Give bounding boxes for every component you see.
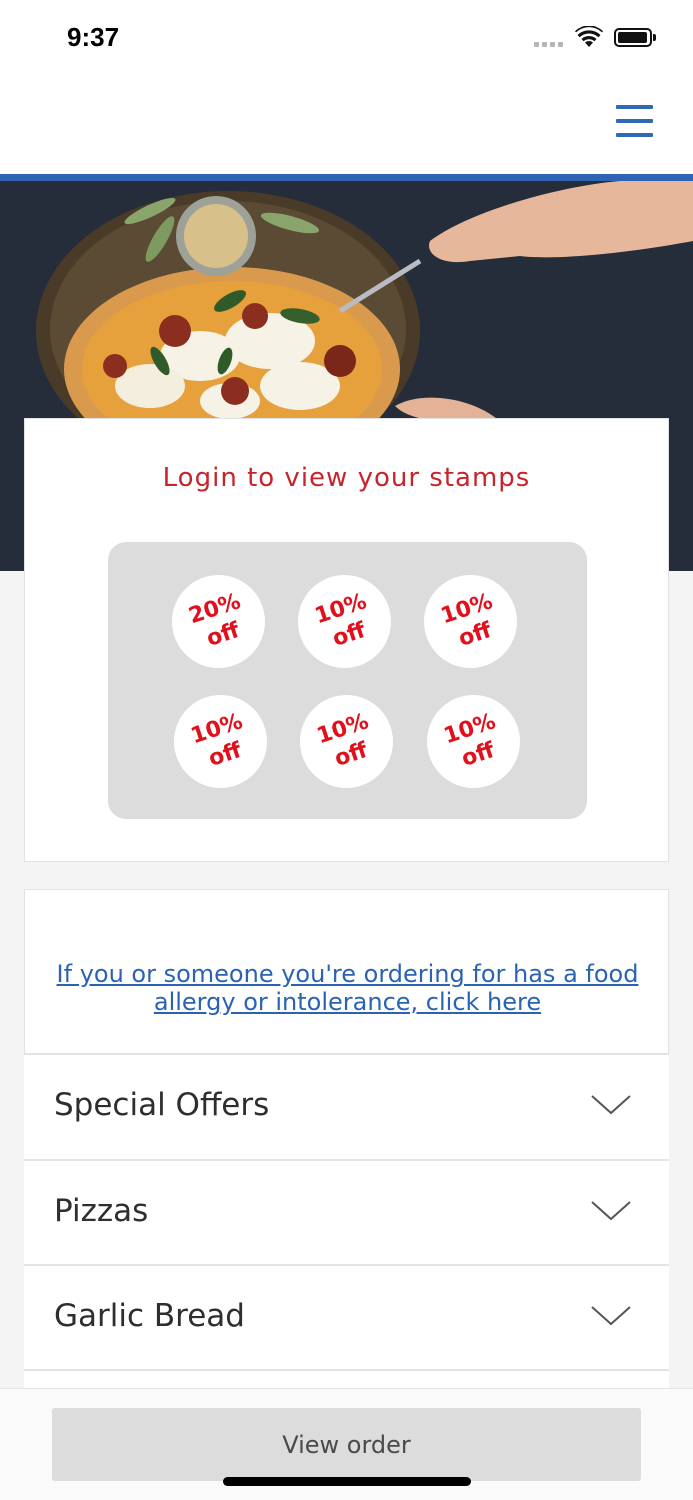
menu-category-special-offers[interactable]: Special Offers (24, 1053, 669, 1159)
hamburger-icon[interactable] (613, 103, 655, 139)
menu-category-label: Garlic Bread (54, 1298, 245, 1334)
chevron-down-icon (591, 1095, 631, 1115)
allergy-info-link[interactable]: If you or someone you're ordering for ha… (55, 960, 640, 1016)
stamp: 10% off (300, 695, 393, 788)
menu-category-label: Pizzas (54, 1193, 149, 1229)
battery-icon (614, 28, 656, 47)
signal-dots-icon (534, 42, 566, 48)
menu-category-garlic-bread[interactable]: Garlic Bread (24, 1264, 669, 1370)
login-stamps-prompt[interactable]: Login to view your stamps (25, 463, 668, 493)
app-header (0, 75, 693, 174)
status-time: 9:37 (67, 22, 120, 52)
menu-category-label: Special Offers (54, 1087, 270, 1123)
stamp: 10% off (174, 695, 267, 788)
stamp-card: Login to view your stamps 20% off 10% of… (24, 418, 669, 862)
wifi-icon (575, 26, 603, 47)
stamp: 10% off (427, 695, 520, 788)
menu-category-pizzas[interactable]: Pizzas (24, 1159, 669, 1265)
chevron-down-icon (591, 1201, 631, 1221)
status-bar: 9:37 (0, 0, 693, 75)
header-divider (0, 174, 693, 181)
stamp: 10% off (298, 575, 391, 668)
chevron-down-icon (591, 1306, 631, 1326)
stamp: 10% off (424, 575, 517, 668)
stamp-grid: 20% off 10% off 10% off 10% off 10% off … (108, 542, 587, 819)
stamp: 20% off (172, 575, 265, 668)
home-indicator[interactable] (223, 1477, 471, 1486)
menu-card: If you or someone you're ordering for ha… (24, 889, 669, 1475)
view-order-button[interactable]: View order (52, 1408, 641, 1481)
